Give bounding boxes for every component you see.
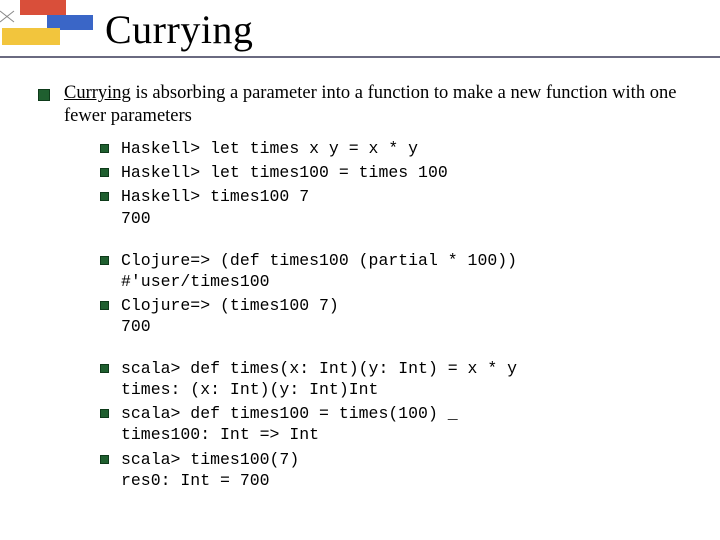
code-line: scala> def times(x: Int)(y: Int) = x * y…: [100, 358, 700, 400]
code-text: Clojure=> (times100 7) 700: [121, 295, 339, 337]
square-bullet-icon: [100, 192, 109, 201]
square-bullet-icon: [100, 409, 109, 418]
corner-decoration: [0, 0, 100, 60]
code-text: Haskell> times100 7 700: [121, 186, 309, 228]
slide-body: Currying is absorbing a parameter into a…: [38, 82, 700, 494]
code-text: scala> def times(x: Int)(y: Int) = x * y…: [121, 358, 517, 400]
square-bullet-icon: [100, 168, 109, 177]
code-line: Haskell> times100 7 700: [100, 186, 700, 228]
intro-rest: is absorbing a parameter into a function…: [64, 83, 676, 126]
code-text: Haskell> let times100 = times 100: [121, 162, 448, 183]
square-bullet-icon: [100, 364, 109, 373]
group-gap: [100, 340, 700, 358]
code-groups: Haskell> let times x y = x * y Haskell> l…: [100, 138, 700, 491]
code-line: Haskell> let times x y = x * y: [100, 138, 700, 159]
square-bullet-icon: [38, 89, 50, 101]
code-text: scala> def times100 = times(100) _ times…: [121, 403, 458, 445]
group-gap: [100, 232, 700, 250]
square-bullet-icon: [100, 256, 109, 265]
square-bullet-icon: [100, 455, 109, 464]
code-line: scala> def times100 = times(100) _ times…: [100, 403, 700, 445]
square-bullet-icon: [100, 301, 109, 310]
slide-title: Currying: [105, 6, 253, 53]
code-text: Haskell> let times x y = x * y: [121, 138, 418, 159]
square-bullet-icon: [100, 144, 109, 153]
code-text: scala> times100(7) res0: Int = 700: [121, 449, 299, 491]
code-line: Clojure=> (def times100 (partial * 100))…: [100, 250, 700, 292]
intro-term: Currying: [64, 83, 131, 103]
code-line: scala> times100(7) res0: Int = 700: [100, 449, 700, 491]
code-line: Clojure=> (times100 7) 700: [100, 295, 700, 337]
intro-bullet: Currying is absorbing a parameter into a…: [38, 82, 700, 128]
intro-text: Currying is absorbing a parameter into a…: [64, 82, 700, 128]
code-line: Haskell> let times100 = times 100: [100, 162, 700, 183]
code-text: Clojure=> (def times100 (partial * 100))…: [121, 250, 517, 292]
slide: Currying Currying is absorbing a paramet…: [0, 0, 720, 540]
title-underline: [0, 56, 720, 58]
